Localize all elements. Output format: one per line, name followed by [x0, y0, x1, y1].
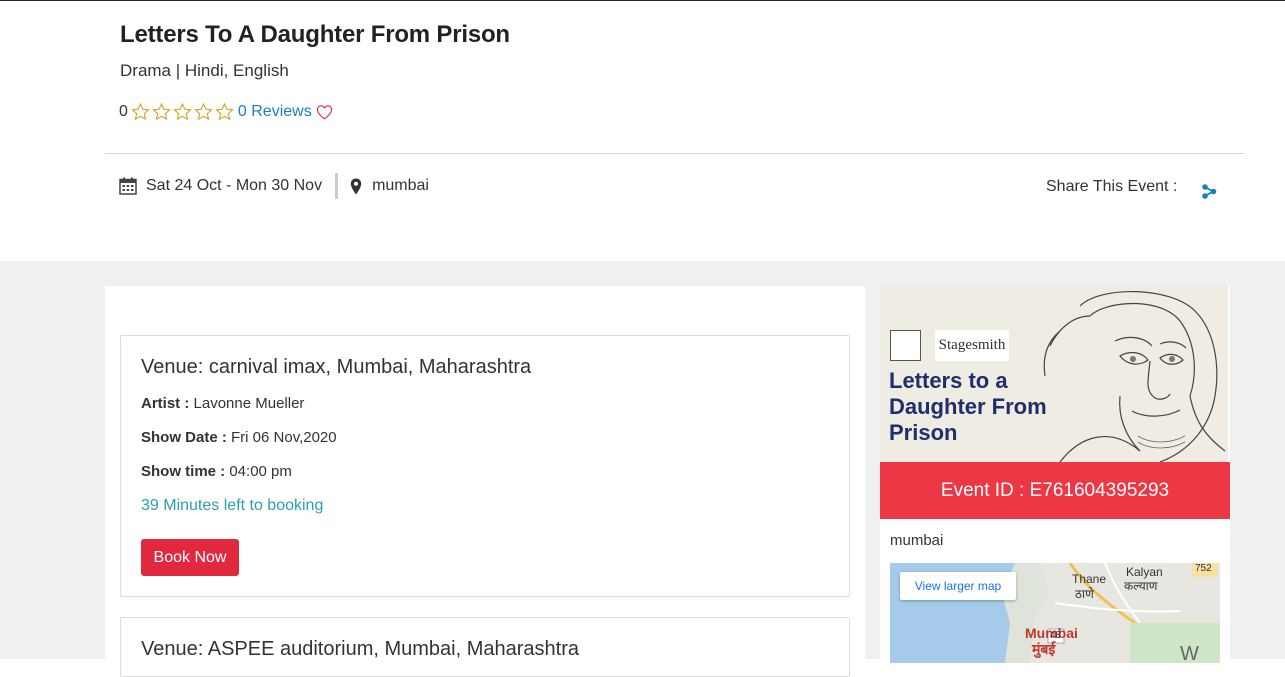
- rating-value: 0: [119, 103, 128, 120]
- map-road-number: 48: [1050, 630, 1062, 641]
- map-label-kalyan-marathi: कल्याण: [1124, 579, 1158, 593]
- poster-logo: [890, 330, 921, 361]
- booking-time-left: 39 Minutes left to booking: [141, 497, 324, 514]
- show-venue: Venue: carnival imax, Mumbai, Maharashtr…: [141, 356, 532, 378]
- poster-title: Letters to a Daughter From Prison: [889, 368, 1047, 445]
- show-card: Venue: ASPEE auditorium, Mumbai, Maharas…: [120, 617, 850, 677]
- rating-row: 0 0 Reviews: [119, 102, 333, 122]
- map-label-mumbai-marathi: मुंबई: [1032, 641, 1056, 657]
- share-icon[interactable]: [1201, 183, 1218, 200]
- poster-brand: Stagesmith: [935, 330, 1009, 361]
- map-label-partial: W: [1180, 643, 1199, 663]
- show-venue: Venue: ASPEE auditorium, Mumbai, Maharas…: [141, 638, 580, 660]
- share-label: Share This Event :: [1046, 178, 1178, 195]
- event-location: mumbai: [372, 177, 429, 194]
- event-poster: Stagesmith Letters to a Daughter From Pr…: [880, 286, 1228, 462]
- date-label: Show Date :: [141, 429, 227, 446]
- map-pin-icon: [350, 178, 362, 194]
- map-road-number: 752: [1195, 563, 1212, 574]
- show-date: Show Date : Fri 06 Nov,2020: [141, 429, 337, 446]
- star-outline-icon[interactable]: [214, 102, 235, 122]
- header-divider: [105, 153, 1245, 154]
- book-now-button[interactable]: Book Now: [141, 539, 239, 576]
- event-meta-row: Sat 24 Oct - Mon 30 Nov mumbai: [119, 173, 429, 199]
- event-date-range: Sat 24 Oct - Mon 30 Nov: [146, 177, 323, 194]
- location-map[interactable]: View larger map Thane ठाणे Kalyan कल्याण…: [890, 563, 1220, 663]
- artist-label: Artist :: [141, 395, 190, 412]
- time-label: Show time :: [141, 463, 226, 480]
- event-id-banner: Event ID : E761604395293: [880, 462, 1230, 519]
- map-label-thane: Thane: [1072, 572, 1107, 586]
- rating-stars[interactable]: [130, 102, 235, 122]
- sidebar-location: mumbai: [890, 532, 944, 549]
- view-larger-map-button[interactable]: View larger map: [900, 572, 1016, 600]
- star-outline-icon[interactable]: [172, 102, 193, 122]
- star-outline-icon[interactable]: [151, 102, 172, 122]
- meta-separator: [335, 173, 339, 199]
- heart-outline-icon[interactable]: [316, 104, 333, 120]
- time-value: 04:00 pm: [225, 463, 292, 480]
- artist-value: Lavonne Mueller: [189, 395, 305, 412]
- show-time: Show time : 04:00 pm: [141, 463, 292, 480]
- event-title: Letters To A Daughter From Prison: [120, 21, 510, 48]
- map-label-thane-marathi: ठाणे: [1075, 587, 1094, 601]
- event-header: Letters To A Daughter From Prison Drama …: [0, 0, 1285, 261]
- reviews-link[interactable]: 0 Reviews: [238, 103, 312, 121]
- calendar-icon: [119, 177, 137, 195]
- star-outline-icon[interactable]: [130, 102, 151, 122]
- star-outline-icon[interactable]: [193, 102, 214, 122]
- show-artist: Artist : Lavonne Mueller: [141, 395, 304, 412]
- event-genre-languages: Drama | Hindi, English: [120, 61, 289, 80]
- show-card: Venue: carnival imax, Mumbai, Maharashtr…: [120, 335, 850, 597]
- date-value: Fri 06 Nov,2020: [226, 429, 337, 446]
